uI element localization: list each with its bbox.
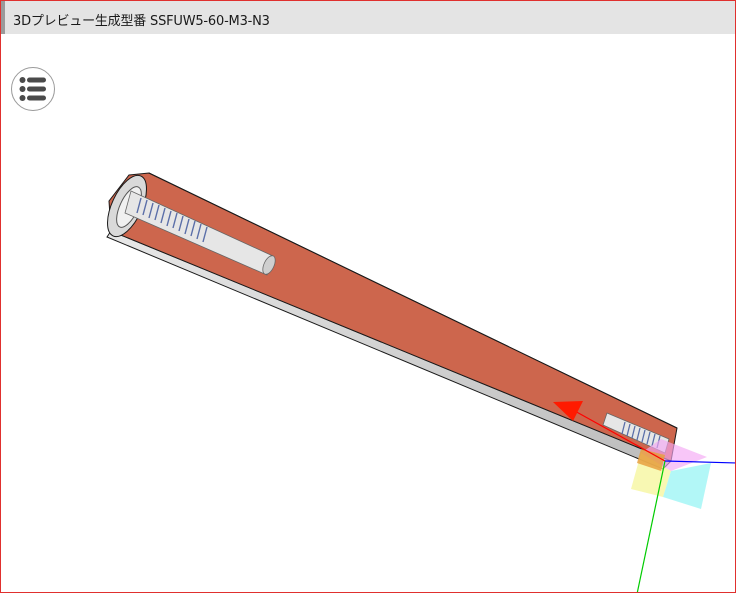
preview-window: 3Dプレビュー生成型番 SSFUW5-60-M3-N3 [0,0,736,593]
shaft-section-face [108,172,678,462]
shaft-bottom-face [106,230,672,470]
title-bar: 3Dプレビュー生成型番 SSFUW5-60-M3-N3 [1,1,735,34]
3d-viewport[interactable] [1,35,735,592]
shaft-top-edge [148,172,678,429]
window-title: 3Dプレビュー生成型番 SSFUW5-60-M3-N3 [13,14,270,29]
